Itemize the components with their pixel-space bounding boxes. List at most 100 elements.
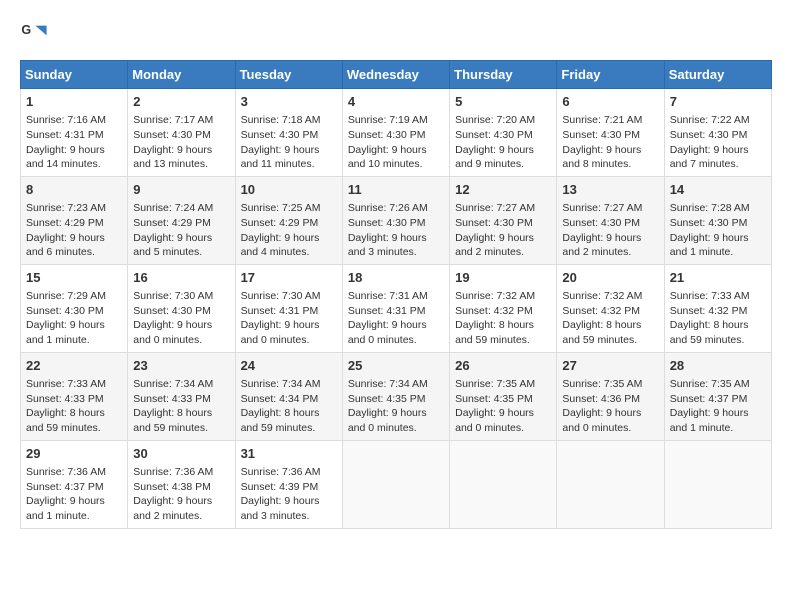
day-number: 8 — [26, 181, 122, 199]
day-number: 19 — [455, 269, 551, 287]
sunrise-text: Sunrise: 7:32 AM — [562, 290, 642, 302]
calendar-cell: 11Sunrise: 7:26 AMSunset: 4:30 PMDayligh… — [342, 176, 449, 264]
calendar-week-row: 22Sunrise: 7:33 AMSunset: 4:33 PMDayligh… — [21, 352, 772, 440]
sunrise-text: Sunrise: 7:27 AM — [455, 202, 535, 214]
calendar-cell: 16Sunrise: 7:30 AMSunset: 4:30 PMDayligh… — [128, 264, 235, 352]
sunrise-text: Sunrise: 7:25 AM — [241, 202, 321, 214]
sunrise-text: Sunrise: 7:18 AM — [241, 114, 321, 126]
day-number: 30 — [133, 445, 229, 463]
calendar-cell: 17Sunrise: 7:30 AMSunset: 4:31 PMDayligh… — [235, 264, 342, 352]
sunset-text: Sunset: 4:37 PM — [26, 481, 104, 493]
calendar-cell: 29Sunrise: 7:36 AMSunset: 4:37 PMDayligh… — [21, 440, 128, 528]
sunset-text: Sunset: 4:30 PM — [133, 305, 211, 317]
weekday-header-tuesday: Tuesday — [235, 61, 342, 89]
sunset-text: Sunset: 4:29 PM — [133, 217, 211, 229]
calendar-cell: 31Sunrise: 7:36 AMSunset: 4:39 PMDayligh… — [235, 440, 342, 528]
day-number: 24 — [241, 357, 337, 375]
daylight-text: Daylight: 9 hours and 0 minutes. — [348, 319, 427, 346]
sunset-text: Sunset: 4:31 PM — [26, 129, 104, 141]
weekday-header-sunday: Sunday — [21, 61, 128, 89]
daylight-text: Daylight: 9 hours and 2 minutes. — [455, 232, 534, 259]
daylight-text: Daylight: 9 hours and 0 minutes. — [241, 319, 320, 346]
sunrise-text: Sunrise: 7:30 AM — [241, 290, 321, 302]
day-number: 10 — [241, 181, 337, 199]
sunrise-text: Sunrise: 7:35 AM — [562, 378, 642, 390]
sunrise-text: Sunrise: 7:31 AM — [348, 290, 428, 302]
sunrise-text: Sunrise: 7:34 AM — [133, 378, 213, 390]
calendar-cell: 27Sunrise: 7:35 AMSunset: 4:36 PMDayligh… — [557, 352, 664, 440]
sunrise-text: Sunrise: 7:36 AM — [241, 466, 321, 478]
calendar-cell: 1Sunrise: 7:16 AMSunset: 4:31 PMDaylight… — [21, 89, 128, 177]
sunrise-text: Sunrise: 7:19 AM — [348, 114, 428, 126]
daylight-text: Daylight: 9 hours and 10 minutes. — [348, 144, 427, 171]
daylight-text: Daylight: 9 hours and 2 minutes. — [133, 495, 212, 522]
day-number: 4 — [348, 93, 444, 111]
logo: G — [20, 20, 52, 48]
day-number: 17 — [241, 269, 337, 287]
weekday-header-monday: Monday — [128, 61, 235, 89]
day-number: 13 — [562, 181, 658, 199]
daylight-text: Daylight: 9 hours and 5 minutes. — [133, 232, 212, 259]
calendar-header-row: SundayMondayTuesdayWednesdayThursdayFrid… — [21, 61, 772, 89]
daylight-text: Daylight: 9 hours and 4 minutes. — [241, 232, 320, 259]
day-number: 22 — [26, 357, 122, 375]
day-number: 21 — [670, 269, 766, 287]
sunset-text: Sunset: 4:35 PM — [455, 393, 533, 405]
daylight-text: Daylight: 9 hours and 0 minutes. — [348, 407, 427, 434]
sunset-text: Sunset: 4:38 PM — [133, 481, 211, 493]
sunrise-text: Sunrise: 7:27 AM — [562, 202, 642, 214]
day-number: 20 — [562, 269, 658, 287]
sunrise-text: Sunrise: 7:36 AM — [26, 466, 106, 478]
sunrise-text: Sunrise: 7:21 AM — [562, 114, 642, 126]
daylight-text: Daylight: 8 hours and 59 minutes. — [241, 407, 320, 434]
sunset-text: Sunset: 4:37 PM — [670, 393, 748, 405]
sunrise-text: Sunrise: 7:35 AM — [455, 378, 535, 390]
calendar-cell: 21Sunrise: 7:33 AMSunset: 4:32 PMDayligh… — [664, 264, 771, 352]
sunset-text: Sunset: 4:32 PM — [455, 305, 533, 317]
sunrise-text: Sunrise: 7:35 AM — [670, 378, 750, 390]
sunset-text: Sunset: 4:39 PM — [241, 481, 319, 493]
sunrise-text: Sunrise: 7:34 AM — [241, 378, 321, 390]
daylight-text: Daylight: 8 hours and 59 minutes. — [455, 319, 534, 346]
calendar-cell: 9Sunrise: 7:24 AMSunset: 4:29 PMDaylight… — [128, 176, 235, 264]
day-number: 15 — [26, 269, 122, 287]
calendar-cell: 6Sunrise: 7:21 AMSunset: 4:30 PMDaylight… — [557, 89, 664, 177]
calendar-cell: 8Sunrise: 7:23 AMSunset: 4:29 PMDaylight… — [21, 176, 128, 264]
daylight-text: Daylight: 9 hours and 2 minutes. — [562, 232, 641, 259]
sunset-text: Sunset: 4:33 PM — [26, 393, 104, 405]
sunrise-text: Sunrise: 7:22 AM — [670, 114, 750, 126]
calendar-week-row: 8Sunrise: 7:23 AMSunset: 4:29 PMDaylight… — [21, 176, 772, 264]
page-header: G — [20, 20, 772, 48]
logo-icon: G — [20, 20, 48, 48]
daylight-text: Daylight: 9 hours and 0 minutes. — [133, 319, 212, 346]
weekday-header-friday: Friday — [557, 61, 664, 89]
day-number: 23 — [133, 357, 229, 375]
daylight-text: Daylight: 9 hours and 1 minute. — [26, 495, 105, 522]
day-number: 2 — [133, 93, 229, 111]
day-number: 3 — [241, 93, 337, 111]
calendar-cell: 2Sunrise: 7:17 AMSunset: 4:30 PMDaylight… — [128, 89, 235, 177]
sunset-text: Sunset: 4:29 PM — [26, 217, 104, 229]
daylight-text: Daylight: 8 hours and 59 minutes. — [562, 319, 641, 346]
svg-text:G: G — [21, 23, 31, 37]
sunset-text: Sunset: 4:30 PM — [133, 129, 211, 141]
daylight-text: Daylight: 9 hours and 0 minutes. — [562, 407, 641, 434]
calendar-table: SundayMondayTuesdayWednesdayThursdayFrid… — [20, 60, 772, 529]
calendar-cell — [557, 440, 664, 528]
day-number: 16 — [133, 269, 229, 287]
sunset-text: Sunset: 4:30 PM — [348, 217, 426, 229]
daylight-text: Daylight: 9 hours and 13 minutes. — [133, 144, 212, 171]
sunset-text: Sunset: 4:30 PM — [670, 129, 748, 141]
calendar-cell: 18Sunrise: 7:31 AMSunset: 4:31 PMDayligh… — [342, 264, 449, 352]
sunrise-text: Sunrise: 7:29 AM — [26, 290, 106, 302]
weekday-header-saturday: Saturday — [664, 61, 771, 89]
sunrise-text: Sunrise: 7:28 AM — [670, 202, 750, 214]
sunset-text: Sunset: 4:30 PM — [348, 129, 426, 141]
day-number: 27 — [562, 357, 658, 375]
daylight-text: Daylight: 8 hours and 59 minutes. — [670, 319, 749, 346]
sunset-text: Sunset: 4:30 PM — [670, 217, 748, 229]
day-number: 25 — [348, 357, 444, 375]
daylight-text: Daylight: 9 hours and 0 minutes. — [455, 407, 534, 434]
sunset-text: Sunset: 4:29 PM — [241, 217, 319, 229]
day-number: 6 — [562, 93, 658, 111]
